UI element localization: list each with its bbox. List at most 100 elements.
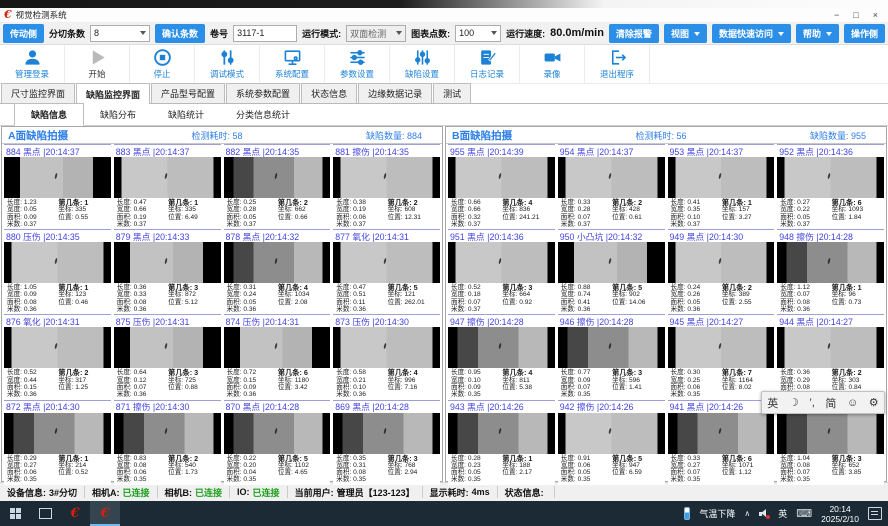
defect-cell[interactable]: 947 擦伤 |20:14:28长度: 0.95宽度: 0.10面积: 0.09…: [448, 314, 555, 399]
taskbar-app-active[interactable]: €: [90, 501, 120, 526]
confirm-count-button[interactable]: 确认条数: [155, 24, 205, 43]
defect-cell[interactable]: 878 黑点 |20:14:32长度: 0.31宽度: 0.24面积: 0.05…: [224, 229, 331, 314]
action-stop-button[interactable]: 停止: [130, 45, 195, 83]
defect-metrics-right: 第几条: 1坐标: 96位置: 0.73: [832, 284, 881, 313]
action-tune-button[interactable]: 调试模式: [195, 45, 260, 83]
defect-cell[interactable]: 955 黑点 |20:14:39长度: 0.66宽度: 0.66面积: 0.32…: [448, 144, 555, 229]
thermometer-icon: [684, 507, 690, 520]
defect-cell[interactable]: 877 氧化 |20:14:31长度: 0.47宽度: 0.51面积: 0.11…: [333, 229, 440, 314]
defect-metrics-left: 长度: 1.23宽度: 0.05面积: 0.09米数: 0.37: [7, 199, 56, 228]
tab-7[interactable]: 测试: [433, 83, 471, 103]
defect-cell[interactable]: 945 黑点 |20:14:27长度: 0.30宽度: 0.25面积: 0.06…: [668, 314, 775, 399]
task-view-button[interactable]: [30, 501, 60, 526]
defect-cell[interactable]: 870 黑点 |20:14:28长度: 0.22宽度: 0.20面积: 0.04…: [224, 400, 331, 485]
detect-time: 检测耗时: 58: [192, 129, 243, 142]
task-view-icon: [39, 508, 52, 519]
tune-icon: [218, 48, 237, 67]
defect-cell[interactable]: 875 压伤 |20:14:31长度: 0.64宽度: 0.12面积: 0.07…: [114, 314, 221, 399]
help-menu-button[interactable]: 帮助: [796, 24, 839, 43]
language-indicator[interactable]: 英: [778, 507, 787, 520]
exit-icon: [608, 48, 627, 67]
action-user-button[interactable]: 管理登录: [0, 45, 65, 83]
defect-image: [558, 242, 665, 283]
clock[interactable]: 20:14 2025/2/10: [821, 504, 859, 524]
defect-cell[interactable]: 946 擦伤 |20:14:28长度: 0.77宽度: 0.09面积: 0.07…: [558, 314, 665, 399]
tab-3[interactable]: 产品型号配置: [151, 83, 225, 103]
action-monitor-button[interactable]: 系统配置: [260, 45, 325, 83]
status-segment-3: 相机B:已连接: [158, 486, 231, 498]
ime-simplified[interactable]: 简: [825, 395, 836, 411]
subtab-1[interactable]: 缺陷信息: [14, 103, 84, 126]
tab-1[interactable]: 尺寸监控界面: [1, 83, 75, 103]
defect-cell[interactable]: 874 压伤 |20:14:31长度: 0.72宽度: 0.15面积: 0.09…: [224, 314, 331, 399]
ime-moon-icon[interactable]: ☽: [789, 396, 799, 409]
ime-lang[interactable]: 英: [767, 395, 778, 411]
defect-cell[interactable]: 951 黑点 |20:14:36长度: 0.52宽度: 0.18面积: 0.07…: [448, 229, 555, 314]
start-button[interactable]: [0, 501, 30, 526]
defect-cell[interactable]: 948 擦伤 |20:14:28长度: 1.12宽度: 0.07面积: 0.08…: [777, 229, 884, 314]
action-camera-button[interactable]: 录像: [520, 45, 585, 83]
action-sliders-v-button[interactable]: 缺陷设置: [390, 45, 455, 83]
defect-cell[interactable]: 952 黑点 |20:14:36长度: 0.27宽度: 0.22面积: 0.05…: [777, 144, 884, 229]
view-menu-button[interactable]: 视图: [664, 24, 707, 43]
defect-cell[interactable]: 942 擦伤 |20:14:26长度: 0.91宽度: 0.06面积: 0.05…: [558, 400, 665, 485]
tab-5[interactable]: 状态信息: [301, 83, 357, 103]
defect-cell[interactable]: 881 擦伤 |20:14:35长度: 0.38宽度: 0.19面积: 0.06…: [333, 144, 440, 229]
action-label: 录像: [543, 68, 560, 80]
subtab-2[interactable]: 缺陷分布: [84, 104, 152, 125]
tab-4[interactable]: 系统参数配置: [226, 83, 300, 103]
sliders-v-icon: [413, 48, 432, 67]
touch-keyboard-icon[interactable]: ⌨: [796, 507, 812, 520]
subtab-3[interactable]: 缺陷统计: [152, 104, 220, 125]
defect-cell[interactable]: 873 压伤 |20:14:30长度: 0.58宽度: 0.21面积: 0.10…: [333, 314, 440, 399]
defect-cell[interactable]: 944 黑点 |20:14:27长度: 0.36宽度: 0.29面积: 0.08…: [777, 314, 884, 399]
roll-number-input[interactable]: 3117-1: [233, 25, 297, 42]
maximize-button[interactable]: □: [853, 10, 858, 20]
defect-cell[interactable]: 949 黑点 |20:14:30长度: 0.24宽度: 0.26面积: 0.05…: [668, 229, 775, 314]
action-sliders-h-button[interactable]: 参数设置: [325, 45, 390, 83]
chart-points-select[interactable]: 100: [455, 25, 501, 42]
defect-cell[interactable]: 876 氧化 |20:14:31长度: 0.52宽度: 0.44面积: 0.15…: [4, 314, 111, 399]
action-exit-button[interactable]: 退出程序: [585, 45, 650, 83]
tab-6[interactable]: 边缘数据记录: [358, 83, 432, 103]
defect-cell[interactable]: 869 黑点 |20:14:28长度: 0.35宽度: 0.31面积: 0.08…: [333, 400, 440, 485]
volume-icon[interactable]: [759, 509, 769, 518]
subtab-4[interactable]: 分类信息统计: [220, 104, 306, 125]
defect-image: [668, 413, 775, 454]
ime-punct-icon[interactable]: ’,: [809, 397, 815, 409]
window-controls: − □ ×: [834, 10, 884, 20]
minimize-button[interactable]: −: [834, 10, 839, 20]
defect-cell[interactable]: 884 黑点 |20:14:37长度: 1.23宽度: 0.05面积: 0.09…: [4, 144, 111, 229]
defect-metrics-right: 第几条: 2坐标: 317位置: 1.25: [58, 369, 107, 398]
defect-cell[interactable]: 882 黑点 |20:14:35长度: 0.25宽度: 0.28面积: 0.05…: [224, 144, 331, 229]
slit-count-select[interactable]: 8: [90, 25, 150, 42]
defect-cell[interactable]: 871 擦伤 |20:14:30长度: 0.83宽度: 0.08面积: 0.06…: [114, 400, 221, 485]
action-journal-button[interactable]: 日志记录: [455, 45, 520, 83]
defect-cell[interactable]: 941 黑点 |20:14:26长度: 0.33宽度: 0.27面积: 0.07…: [668, 400, 775, 485]
defect-cell[interactable]: 950 小凸坑 |20:14:32长度: 0.88宽度: 0.74面积: 0.4…: [558, 229, 665, 314]
defect-cell[interactable]: 954 黑点 |20:14:37长度: 0.33宽度: 0.28面积: 0.07…: [558, 144, 665, 229]
operator-side-button[interactable]: 操作侧: [844, 24, 885, 43]
defect-cell[interactable]: 943 黑点 |20:14:26长度: 0.28宽度: 0.23面积: 0.05…: [448, 400, 555, 485]
hidden-icons-chevron[interactable]: ∧: [744, 509, 750, 518]
data-quick-access-button[interactable]: 数据快速访问: [712, 24, 791, 43]
drive-side-button[interactable]: 传动侧: [3, 24, 44, 43]
taskbar-app-secondary[interactable]: €: [60, 501, 90, 526]
ime-settings-icon[interactable]: ⚙: [869, 396, 879, 409]
defect-cell[interactable]: 953 黑点 |20:14:37长度: 0.41宽度: 0.35面积: 0.10…: [668, 144, 775, 229]
tab-2[interactable]: 缺陷监控界面: [76, 83, 150, 104]
defect-cell[interactable]: 883 黑点 |20:14:37长度: 0.47宽度: 0.66面积: 0.19…: [114, 144, 221, 229]
action-play-button[interactable]: 开始: [65, 45, 130, 83]
close-button[interactable]: ×: [873, 10, 878, 20]
notification-center-icon[interactable]: [868, 507, 882, 520]
chevron-down-icon: [140, 31, 146, 35]
defect-info: 长度: 0.91宽度: 0.06面积: 0.05米数: 0.35第几条: 5坐标…: [558, 454, 665, 485]
defect-metrics-right: 第几条: 3坐标: 664位置: 0.92: [502, 284, 551, 313]
weather-text[interactable]: 气温下降: [699, 507, 735, 520]
defect-cell[interactable]: 872 黑点 |20:14:30长度: 0.29宽度: 0.27面积: 0.06…: [4, 400, 111, 485]
clear-alarm-button[interactable]: 清除报警: [609, 24, 659, 43]
defect-cell[interactable]: 880 压伤 |20:14:35长度: 1.05宽度: 0.09面积: 0.08…: [4, 229, 111, 314]
ime-emoji-icon[interactable]: ☺: [847, 397, 858, 409]
run-mode-select[interactable]: 双面检测: [346, 25, 406, 42]
defect-cell[interactable]: 879 黑点 |20:14:33长度: 0.36宽度: 0.33面积: 0.08…: [114, 229, 221, 314]
